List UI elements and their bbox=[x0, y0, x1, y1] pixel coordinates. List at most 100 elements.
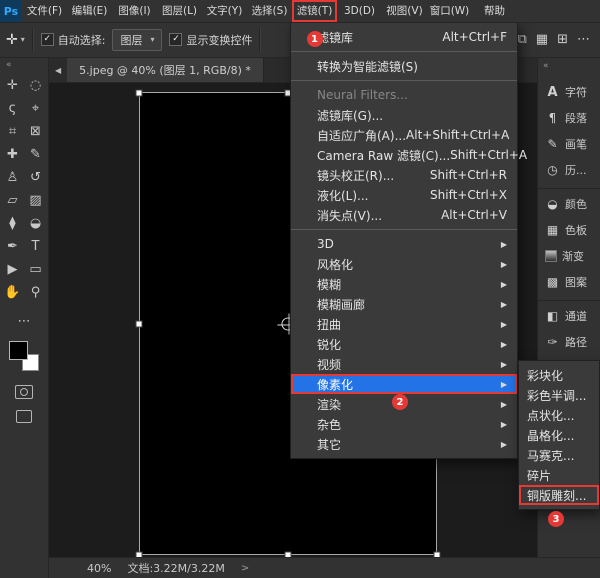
panel-gradients[interactable]: 渐变 bbox=[538, 243, 600, 269]
move-tool[interactable]: ✛ bbox=[1, 74, 24, 97]
menu-window[interactable]: 窗口(W) bbox=[427, 0, 472, 22]
zoom-tool[interactable]: ⚲ bbox=[24, 281, 47, 304]
filter-gallery[interactable]: 滤镜库(G)... bbox=[291, 105, 517, 125]
filter-other[interactable]: 其它▶ bbox=[291, 434, 517, 454]
shape-tool-icon: ▭ bbox=[29, 262, 41, 277]
filter-stylize[interactable]: 风格化▶ bbox=[291, 254, 517, 274]
healing-brush-tool[interactable]: ✚ bbox=[1, 143, 24, 166]
pixelate-facet[interactable]: 彩块化 bbox=[519, 365, 599, 385]
menu-layer[interactable]: 图层(L) bbox=[157, 0, 202, 22]
menu-edit[interactable]: 编辑(E) bbox=[67, 0, 112, 22]
panel-history[interactable]: ◷历... bbox=[538, 157, 600, 183]
lasso-tool[interactable]: ς bbox=[1, 97, 24, 120]
menu-image[interactable]: 图像(I) bbox=[112, 0, 157, 22]
options-separator bbox=[259, 29, 261, 51]
pixelate-mezzotint[interactable]: 铜版雕刻... bbox=[519, 485, 599, 505]
pen-tool[interactable]: ✒ bbox=[1, 235, 24, 258]
pixelate-crystallize[interactable]: 晶格化... bbox=[519, 425, 599, 445]
tools-panel: « ✛◌ ς ⌖⌗⊠✚✎♙ ↺ ▱ ▨ ⧫◒✒T▶ ▭ ✋⚲ ⋯ bbox=[0, 58, 49, 578]
object-selection-tool[interactable]: ⌖ bbox=[24, 97, 47, 120]
hand-tool[interactable]: ✋ bbox=[1, 281, 24, 304]
tab-scroll-left-icon[interactable]: ◀ bbox=[49, 66, 67, 75]
crop-tool[interactable]: ⌗ bbox=[1, 120, 24, 143]
transform-handle-top-left[interactable] bbox=[136, 90, 143, 97]
show-transform-checkbox[interactable]: ✓ 显示变换控件 bbox=[169, 32, 252, 48]
filter-sharpen[interactable]: 锐化▶ bbox=[291, 334, 517, 354]
adaptive-wide-angle[interactable]: 自适应广角(A)...Alt+Shift+Ctrl+A bbox=[291, 125, 517, 145]
zoom-level[interactable]: 40% bbox=[87, 562, 111, 575]
blur-tool[interactable]: ⧫ bbox=[1, 212, 24, 235]
transform-handle-mid-left[interactable] bbox=[136, 321, 143, 328]
eraser-tool[interactable]: ▱ bbox=[1, 189, 24, 212]
pixelate-mosaic[interactable]: 马赛克... bbox=[519, 445, 599, 465]
panel-character[interactable]: A字符 bbox=[538, 79, 600, 105]
document-tab[interactable]: 5.jpeg @ 40% (图层 1, RGB/8) * bbox=[67, 58, 264, 82]
dodge-tool[interactable]: ◒ bbox=[24, 212, 47, 235]
convert-smart-filters[interactable]: 转换为智能滤镜(S) bbox=[291, 56, 517, 76]
move-tool-icon: ✛ bbox=[6, 32, 18, 48]
auto-select-checkbox[interactable]: ✓ 自动选择: bbox=[41, 32, 106, 48]
panels-icon[interactable]: ⊞ bbox=[557, 32, 568, 47]
camera-raw-filter[interactable]: Camera Raw 滤镜(C)...Shift+Ctrl+A bbox=[291, 145, 517, 165]
filter-noise[interactable]: 杂色▶ bbox=[291, 414, 517, 434]
marquee-tool[interactable]: ◌ bbox=[24, 74, 47, 97]
lasso-tool-icon: ς bbox=[9, 101, 17, 116]
status-chevron-icon[interactable]: > bbox=[241, 563, 249, 574]
pixelate-pointillize[interactable]: 点状化... bbox=[519, 405, 599, 425]
filter-video[interactable]: 视频▶ bbox=[291, 354, 517, 374]
menu-filter[interactable]: 滤镜(T) bbox=[292, 0, 337, 22]
edit-toolbar-icon[interactable]: ⋯ bbox=[0, 310, 48, 333]
type-tool[interactable]: T bbox=[24, 235, 47, 258]
pixelate-color-halftone[interactable]: 彩色半调... bbox=[519, 385, 599, 405]
panel-paths[interactable]: ✑路径 bbox=[538, 329, 600, 355]
panel-swatches[interactable]: ▦色板 bbox=[538, 217, 600, 243]
arrange-icon[interactable]: ⧉ bbox=[518, 32, 527, 47]
lens-correction[interactable]: 镜头校正(R)...Shift+Ctrl+R bbox=[291, 165, 517, 185]
pixelate-fragment[interactable]: 碎片 bbox=[519, 465, 599, 485]
menu-3d[interactable]: 3D(D) bbox=[337, 0, 382, 22]
panel-brushes[interactable]: ✎画笔 bbox=[538, 131, 600, 157]
filter-3d[interactable]: 3D▶ bbox=[291, 234, 517, 254]
current-tool-indicator[interactable]: ✛ ▾ bbox=[6, 32, 25, 48]
repeat-filter-gallery[interactable]: 滤镜库Alt+Ctrl+F bbox=[291, 27, 517, 47]
history-brush-tool[interactable]: ↺ bbox=[24, 166, 47, 189]
vanishing-point[interactable]: 消失点(V)...Alt+Ctrl+V bbox=[291, 205, 517, 225]
clone-stamp-tool[interactable]: ♙ bbox=[1, 166, 24, 189]
auto-select-target-dropdown[interactable]: 图层 ▾ bbox=[112, 29, 162, 51]
panel-patterns-label: 图案 bbox=[565, 274, 587, 290]
menu-view[interactable]: 视图(V) bbox=[382, 0, 427, 22]
gradient-tool-button-icon: ▨ bbox=[29, 193, 41, 208]
filter-distort[interactable]: 扭曲▶ bbox=[291, 314, 517, 334]
quick-mask-icon[interactable] bbox=[15, 385, 33, 399]
menu-select[interactable]: 选择(S) bbox=[247, 0, 292, 22]
filter-blur-gallery[interactable]: 模糊画廊▶ bbox=[291, 294, 517, 314]
panel-channels[interactable]: ◧通道 bbox=[538, 303, 600, 329]
dock-collapse-icon[interactable]: « bbox=[538, 58, 600, 77]
menu-help[interactable]: 帮助 bbox=[472, 0, 517, 22]
screen-mode-icon[interactable] bbox=[16, 410, 32, 423]
panel-paragraph[interactable]: ¶段落 bbox=[538, 105, 600, 131]
brush-tool[interactable]: ✎ bbox=[24, 143, 47, 166]
options-bar-right-icons: ⧉ ▦ ⊞ ⋯ bbox=[518, 32, 595, 47]
panel-patterns[interactable]: ▩图案 bbox=[538, 269, 600, 295]
menu-type[interactable]: 文字(Y) bbox=[202, 0, 247, 22]
gradient-tool-button[interactable]: ▨ bbox=[24, 189, 47, 212]
liquify[interactable]: 液化(L)...Shift+Ctrl+X bbox=[291, 185, 517, 205]
panel-color[interactable]: ◒颜色 bbox=[538, 191, 600, 217]
submenu-arrow-icon: ▶ bbox=[501, 320, 507, 329]
color-swatches[interactable] bbox=[9, 341, 39, 371]
history-brush-tool-icon: ↺ bbox=[30, 170, 41, 185]
more-icon[interactable]: ⋯ bbox=[577, 32, 590, 47]
step-1-badge: 1 bbox=[307, 31, 323, 47]
workspace-icon[interactable]: ▦ bbox=[536, 32, 548, 47]
filter-pixelate[interactable]: 像素化▶ bbox=[291, 374, 517, 394]
filter-blur[interactable]: 模糊▶ bbox=[291, 274, 517, 294]
paths-icon: ✑ bbox=[545, 335, 560, 350]
shape-tool[interactable]: ▭ bbox=[24, 258, 47, 281]
frame-tool[interactable]: ⊠ bbox=[24, 120, 47, 143]
path-selection-tool[interactable]: ▶ bbox=[1, 258, 24, 281]
toolbar-collapse-icon[interactable]: « bbox=[0, 58, 48, 74]
status-bar: 40% 文档:3.22M/3.22M > bbox=[49, 557, 600, 578]
foreground-color-swatch[interactable] bbox=[9, 341, 28, 360]
menu-file[interactable]: 文件(F) bbox=[22, 0, 67, 22]
